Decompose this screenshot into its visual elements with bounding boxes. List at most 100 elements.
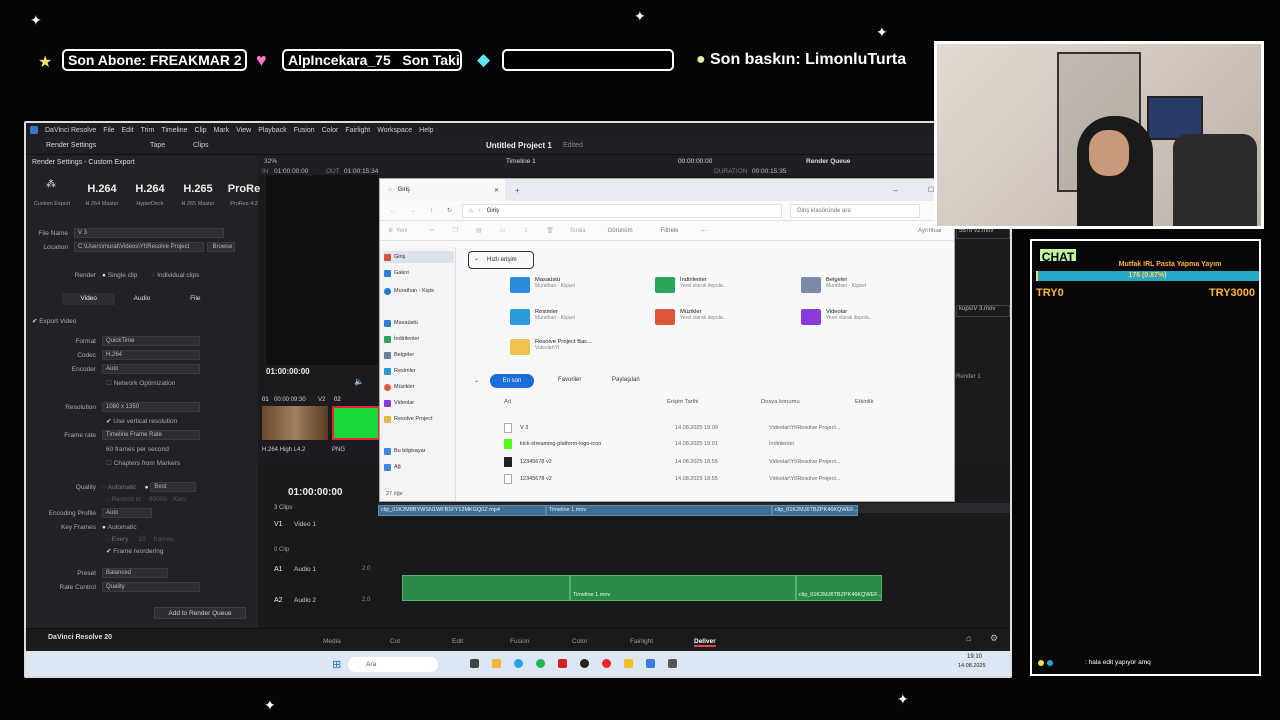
menu-fairlight[interactable]: Fairlight [345, 127, 370, 134]
favorites-tab[interactable]: Favoriler [558, 377, 581, 383]
refresh-icon[interactable]: ↻ [447, 207, 452, 214]
up-icon[interactable]: ↑ [430, 208, 433, 214]
sort-button[interactable]: Sırala [570, 228, 586, 234]
frame-reorder-checkbox[interactable]: ✔ [106, 547, 113, 555]
tile-indirilenler[interactable]: İndirilenler Yerel olarak depola... [655, 277, 727, 293]
add-to-render-queue-button[interactable]: Add to Render Queue [154, 607, 246, 619]
taskview-icon[interactable] [470, 659, 479, 668]
tile-resolve-project[interactable]: Resolve Project Bac... Videolar\Yt [510, 339, 592, 355]
davinci-taskbar-icon[interactable] [668, 659, 677, 668]
menu-help[interactable]: Help [419, 127, 433, 134]
network-opt-checkbox[interactable]: ☐ [106, 379, 114, 387]
nav-videolar[interactable]: Videolar [384, 397, 454, 409]
menu-workspace[interactable]: Workspace [377, 127, 412, 134]
volume-icon[interactable]: 🔈 [354, 377, 364, 386]
clock-date[interactable]: 14.08.2025 [958, 663, 986, 669]
opera-icon[interactable] [602, 659, 611, 668]
page-edit[interactable]: Edit [452, 638, 463, 645]
zoom-level[interactable]: 32% [264, 158, 277, 165]
edge-icon[interactable] [514, 659, 523, 668]
nav-onedrive[interactable]: Murathan - Kişis [384, 285, 454, 297]
framerate-select[interactable]: Timeline Frame Rate [102, 430, 200, 440]
minimize-icon[interactable]: – [893, 186, 897, 195]
table-row[interactable]: kick-streaming-platform-logo-icon 14.08.2… [504, 437, 794, 451]
nav-giris[interactable]: Giriş [384, 251, 454, 263]
recent-tab[interactable]: En son [490, 374, 534, 388]
spotify-icon[interactable] [536, 659, 545, 668]
menu-edit[interactable]: Edit [122, 127, 134, 134]
file-explorer-icon[interactable] [492, 659, 501, 668]
render-all-button[interactable]: Render 1 [956, 374, 996, 384]
address-bar[interactable]: ⌂ › Giriş [462, 203, 783, 218]
tile-videolar[interactable]: Videolar Yerel olarak depola... [801, 309, 873, 325]
new-button[interactable]: Yeni [396, 228, 407, 234]
chapters-checkbox[interactable]: ☐ [106, 459, 114, 467]
tab-file[interactable]: File [169, 293, 222, 305]
menu-fusion[interactable]: Fusion [294, 127, 315, 134]
paste-icon[interactable]: ▤ [476, 227, 482, 234]
page-color[interactable]: Color [572, 638, 588, 645]
tile-masaustu[interactable]: Masaüstü Murathan - Kişisel [510, 277, 575, 293]
windows-start-icon[interactable]: ⊞ [332, 658, 341, 671]
nav-belgeler[interactable]: Belgeler [384, 349, 454, 361]
timeline-audio-clip-c[interactable]: clip_01K2MJ6TBZPK46KQWEF... [796, 575, 882, 601]
back-icon[interactable]: ← [390, 208, 396, 214]
format-select[interactable]: QuickTime [102, 336, 200, 346]
forward-icon[interactable]: → [410, 208, 416, 214]
custom-export-icon[interactable]: ⁂ [46, 179, 56, 190]
export-video-checkbox[interactable]: ✔ [32, 317, 39, 325]
nav-resolve-project[interactable]: Resolve Project [384, 413, 454, 425]
menu-trim[interactable]: Trim [141, 127, 155, 134]
rename-icon[interactable]: ▭ [500, 227, 506, 234]
cut-icon[interactable]: ✂ [430, 227, 435, 234]
menu-view[interactable]: View [236, 127, 251, 134]
restrict-value[interactable]: 80000 [149, 496, 167, 503]
menu-mark[interactable]: Mark [214, 127, 230, 134]
render-queue-job2[interactable]: kups\V 3.mov [956, 305, 1010, 317]
column-name[interactable]: Ad [504, 399, 511, 405]
render-settings-toggle[interactable]: Render Settings [46, 142, 96, 149]
quality-best-select[interactable]: Best [150, 482, 197, 492]
tab-close-icon[interactable]: ✕ [494, 187, 499, 194]
use-vertical-checkbox[interactable]: ✔ [106, 417, 113, 425]
app3-icon[interactable] [646, 659, 655, 668]
home-icon[interactable]: ⌂ [966, 633, 971, 643]
nav-ag[interactable]: Ağ [384, 461, 454, 473]
timeline-name[interactable]: Timeline 1 [506, 158, 536, 165]
resolution-select[interactable]: 1080 x 1350 [102, 402, 200, 412]
codec-select[interactable]: H.264 [102, 350, 200, 360]
clips-toggle[interactable]: Clips [193, 142, 209, 149]
column-access-date[interactable]: Erişim Tarihi [667, 399, 698, 405]
clock-time[interactable]: 19:10 [967, 654, 982, 660]
timeline-audio-clip-b[interactable]: Timeline 1.mov [570, 575, 796, 601]
tile-muzikler[interactable]: Müzikler Yerel olarak depola... [655, 309, 727, 325]
explorer-search[interactable]: Giriş klasöründe ara [790, 203, 921, 218]
key-every-value[interactable]: 10 [138, 536, 145, 543]
delete-icon[interactable]: 🗑 [546, 227, 554, 234]
view-button[interactable]: Görünüm [608, 228, 633, 234]
encoder-select[interactable]: Auto [102, 364, 200, 374]
timeline-clip-v2-a[interactable]: clip_01K2M8BYWSN1WFB1FY12MKGQ0Z.mp4 [378, 505, 546, 516]
preset-prores[interactable]: ProRe [222, 183, 266, 195]
page-deliver[interactable]: Deliver [694, 638, 716, 647]
table-row[interactable]: V 3 14.08.2025 19:09 Videolar\Yt\Resolve P… [504, 421, 840, 435]
tab-video[interactable]: Video [62, 293, 116, 305]
clip1-thumbnail[interactable] [262, 406, 328, 440]
nav-masaustu[interactable]: Masaüstü [384, 317, 454, 329]
timeline-clip-v2-c[interactable]: clip_01K2MJ6TBZPK46KQWEF... [772, 505, 858, 516]
clip2-thumbnail[interactable] [332, 406, 380, 440]
tab-audio[interactable]: Audio [115, 293, 168, 305]
browse-button[interactable]: Browse [207, 242, 235, 252]
page-fusion[interactable]: Fusion [510, 638, 530, 645]
preset-h264-master[interactable]: H.264 [80, 183, 124, 195]
preset-select[interactable]: Balanced [102, 568, 168, 578]
page-media[interactable]: Media [323, 638, 341, 645]
app-icon[interactable] [558, 659, 567, 668]
table-row[interactable]: 12345678 v2 14.08.2025 18:55 Videolar\Yt\R… [504, 455, 840, 469]
nav-resimler[interactable]: Resimler [384, 365, 454, 377]
menu-timeline[interactable]: Timeline [161, 127, 187, 134]
nav-muzikler[interactable]: Müzikler [384, 381, 454, 393]
preset-custom-sub[interactable]: Custom Export [30, 201, 74, 207]
page-fairlight[interactable]: Fairlight [630, 638, 653, 645]
nav-galeri[interactable]: Galeri [384, 267, 454, 279]
